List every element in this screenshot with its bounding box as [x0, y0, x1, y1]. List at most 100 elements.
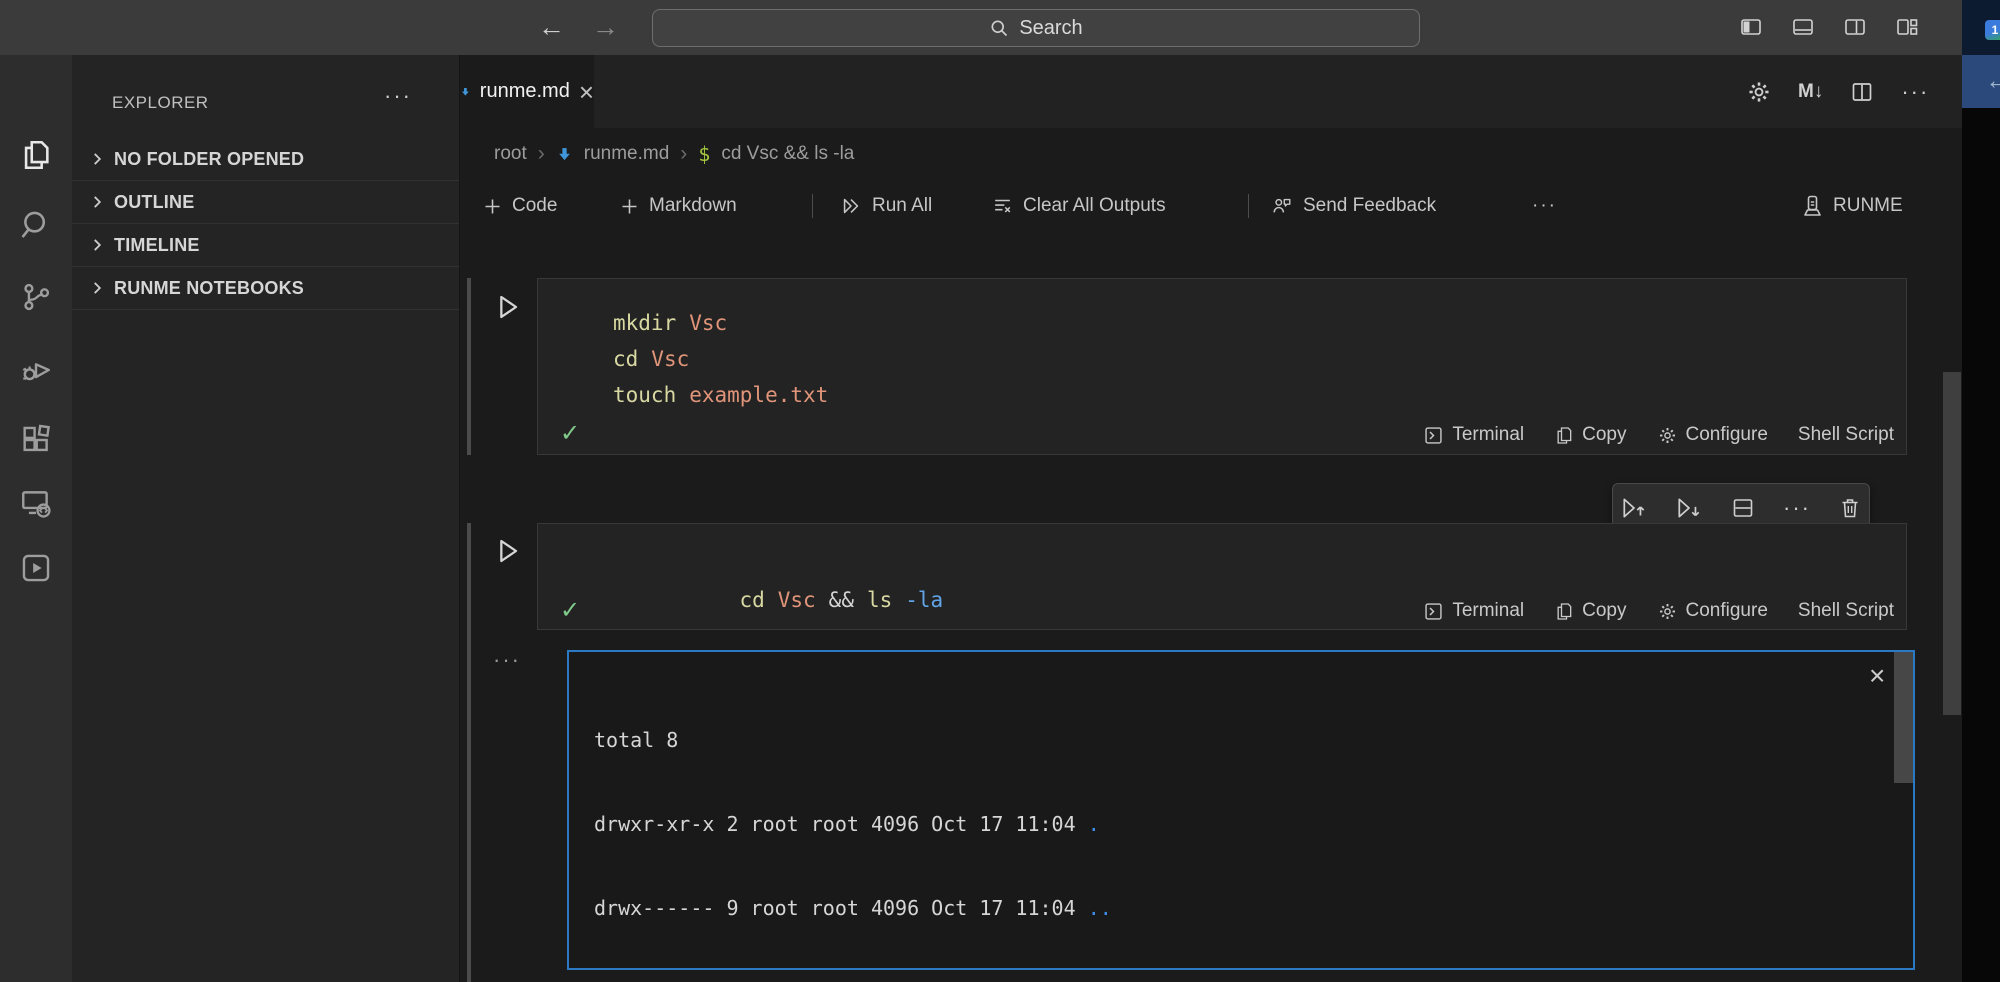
- output-line: total 8: [594, 726, 1220, 754]
- toolbar-more-actions-icon[interactable]: ···: [1532, 180, 1557, 232]
- cell-more-actions-icon[interactable]: ···: [1783, 495, 1811, 521]
- toggle-secondary-sidebar-icon[interactable]: [1842, 15, 1868, 39]
- runme-brand-button[interactable]: RUNME: [1800, 180, 1903, 232]
- runme-file-icon: [556, 146, 573, 163]
- clear-all-icon: [991, 195, 1014, 217]
- source-control-icon[interactable]: [0, 263, 72, 331]
- cell-language-label[interactable]: Shell Script: [1798, 424, 1894, 446]
- command-center-search[interactable]: Search: [652, 9, 1420, 47]
- extensions-icon[interactable]: [0, 406, 72, 474]
- terminal-button[interactable]: Terminal: [1423, 424, 1524, 446]
- terminal-icon: [1423, 425, 1444, 446]
- copy-button[interactable]: Copy: [1554, 600, 1626, 622]
- run-cells-below-icon[interactable]: [1675, 495, 1703, 521]
- run-all-button[interactable]: Run All: [839, 180, 932, 232]
- add-markdown-cell-button[interactable]: Markdown: [619, 180, 737, 232]
- breadcrumb-command[interactable]: cd Vsc && ls -la: [721, 143, 854, 165]
- notebook-area: mkdirVsc cdVsc touchexample.txt ✓ Termin…: [460, 232, 1962, 982]
- send-feedback-button[interactable]: Send Feedback: [1270, 180, 1436, 232]
- sidebar-section-timeline[interactable]: TIMELINE: [72, 224, 459, 267]
- configure-button[interactable]: Configure: [1657, 424, 1768, 446]
- breadcrumb: root › runme.md › $ cd Vsc && ls -la: [460, 128, 1962, 180]
- runme-file-icon: [460, 82, 471, 102]
- output-line: drwxr-xr-x 2 root root 4096 Oct 17 11:04…: [594, 810, 1220, 838]
- browser-back-icon: ←: [1985, 65, 2000, 96]
- chevron-icon: ›: [680, 142, 687, 166]
- breadcrumb-root[interactable]: root: [494, 143, 527, 165]
- feedback-icon: [1270, 195, 1294, 217]
- copy-button[interactable]: Copy: [1554, 424, 1626, 446]
- tab-bar: runme.md × M↓ ···: [460, 55, 1962, 128]
- breadcrumb-file[interactable]: runme.md: [584, 143, 670, 165]
- gear-icon: [1657, 425, 1678, 446]
- copy-icon: [1554, 425, 1574, 446]
- title-bar: ← → Search: [0, 0, 1962, 55]
- play-icon: [492, 534, 524, 568]
- customize-layout-icon[interactable]: [1894, 15, 1920, 39]
- terminal-icon: [1423, 601, 1444, 622]
- adjacent-window-edge: 1 ←: [1962, 0, 2000, 982]
- output-scrollbar[interactable]: [1894, 652, 1913, 783]
- notebook-scrollbar[interactable]: [1943, 372, 1961, 715]
- markdown-preview-icon[interactable]: M↓: [1798, 81, 1823, 103]
- output-line: -rw-r--r-- 1 root root 0 Oct 17 11:04 ex…: [594, 978, 1220, 982]
- chevron-right-icon: [88, 150, 106, 168]
- copy-icon: [1554, 601, 1574, 622]
- activity-bar: [0, 55, 72, 982]
- sidebar-section-runme-notebooks[interactable]: RUNME NOTEBOOKS: [72, 267, 459, 310]
- run-debug-icon[interactable]: [0, 336, 72, 404]
- terminal-output-text: total 8 drwxr-xr-x 2 root root 4096 Oct …: [594, 670, 1220, 982]
- editor-group: runme.md × M↓ ··· root ›: [460, 55, 1962, 982]
- runme-logo-icon: [1800, 193, 1824, 219]
- search-sidebar-icon[interactable]: [0, 191, 72, 259]
- sidebar-title: EXPLORER: [112, 93, 209, 113]
- search-label: Search: [1019, 17, 1082, 40]
- history-forward-icon[interactable]: →: [592, 9, 619, 45]
- cell-status-bar: Terminal Copy: [1423, 424, 1894, 446]
- run-cell-button[interactable]: [492, 534, 524, 568]
- clear-all-outputs-button[interactable]: Clear All Outputs: [991, 180, 1166, 232]
- run-all-icon: [839, 195, 863, 217]
- sidebar-section-no-folder-opened[interactable]: NO FOLDER OPENED: [72, 138, 459, 181]
- code-cell[interactable]: cdVsc&&ls-la ✓ Terminal Copy: [537, 523, 1907, 630]
- history-back-icon[interactable]: ←: [538, 9, 565, 45]
- tab-close-icon[interactable]: ×: [579, 82, 594, 102]
- cell-status-bar: Terminal Copy: [1423, 600, 1894, 622]
- cell-focus-indicator: [467, 278, 471, 455]
- sidebar-more-actions-icon[interactable]: ···: [384, 83, 412, 109]
- toggle-panel-icon[interactable]: [1790, 15, 1816, 39]
- chevron-right-icon: [88, 236, 106, 254]
- toggle-primary-sidebar-icon[interactable]: [1738, 15, 1764, 39]
- calendar-icon: 1: [1985, 20, 2000, 40]
- cell-code[interactable]: cdVsc&&ls-la: [613, 546, 943, 654]
- explorer-icon[interactable]: [0, 121, 72, 189]
- terminal-output[interactable]: total 8 drwxr-xr-x 2 root root 4096 Oct …: [567, 650, 1915, 970]
- code-cell[interactable]: mkdirVsc cdVsc touchexample.txt ✓ Termin…: [537, 278, 1907, 455]
- run-cell-button[interactable]: [492, 290, 524, 324]
- split-editor-icon[interactable]: [1849, 80, 1875, 104]
- run-cells-above-icon[interactable]: [1620, 495, 1648, 521]
- close-output-icon[interactable]: ×: [1869, 660, 1885, 692]
- add-code-cell-button[interactable]: Code: [482, 180, 557, 232]
- configure-button[interactable]: Configure: [1657, 600, 1768, 622]
- gear-icon[interactable]: [1746, 79, 1772, 105]
- cell-language-label[interactable]: Shell Script: [1798, 600, 1894, 622]
- runme-notebooks-icon[interactable]: [0, 534, 72, 602]
- delete-cell-icon[interactable]: [1838, 496, 1862, 520]
- editor-more-actions-icon[interactable]: ···: [1901, 79, 1929, 105]
- play-icon: [492, 290, 524, 324]
- sidebar-section-outline[interactable]: OUTLINE: [72, 181, 459, 224]
- output-line: drwx------ 9 root root 4096 Oct 17 11:04…: [594, 894, 1220, 922]
- chevron-icon: ›: [538, 142, 545, 166]
- toolbar-divider: [1248, 194, 1249, 218]
- success-check-icon: ✓: [560, 419, 580, 448]
- tab-runme-md[interactable]: runme.md ×: [460, 55, 594, 128]
- cell-code[interactable]: mkdirVsc cdVsc touchexample.txt: [613, 305, 828, 413]
- output-more-actions-icon[interactable]: ···: [493, 647, 521, 673]
- toolbar-divider: [812, 194, 813, 218]
- tab-label: runme.md: [480, 80, 570, 103]
- notebook-toolbar: Code Markdown Run All Clear All Outputs: [460, 180, 1962, 232]
- split-cell-icon[interactable]: [1730, 496, 1756, 520]
- terminal-button[interactable]: Terminal: [1423, 600, 1524, 622]
- remote-explorer-icon[interactable]: [0, 469, 72, 537]
